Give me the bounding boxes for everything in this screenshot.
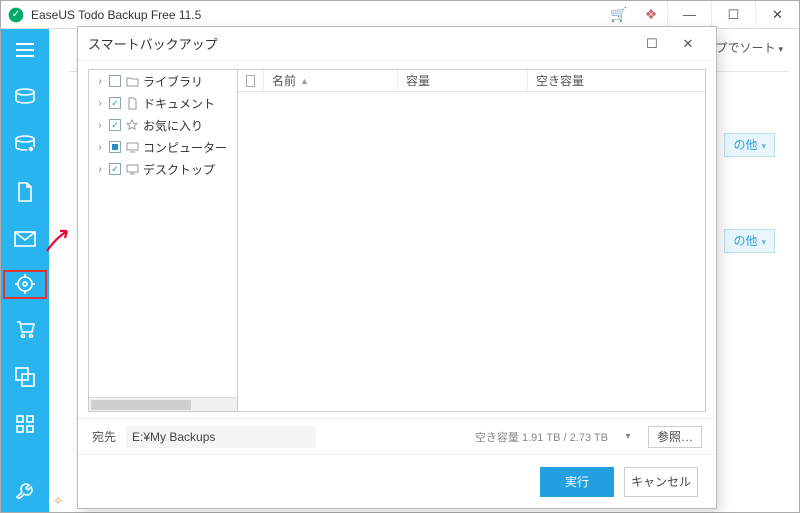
other-chip-2[interactable]: の他▾	[724, 229, 775, 253]
cart-icon[interactable]: 🛒	[603, 6, 635, 23]
computer-icon	[125, 140, 139, 154]
expand-icon[interactable]: ›	[95, 120, 105, 131]
destination-label: 宛先	[92, 428, 116, 445]
file-list: 名前 ▲ 容量 空き容量	[238, 69, 706, 412]
activation-icon[interactable]: ✧	[53, 494, 69, 508]
main-window: ✓ EaseUS Todo Backup Free 11.5 🛒 ❖ — ☐ ✕	[0, 0, 800, 513]
tree-label: お気に入り	[143, 117, 203, 134]
sidebar-smart-backup-icon[interactable]	[3, 270, 47, 299]
checkbox[interactable]	[109, 75, 121, 87]
browse-button[interactable]: 参照…	[648, 426, 702, 448]
close-button[interactable]: ✕	[755, 1, 799, 29]
checkbox[interactable]: ✓	[109, 97, 121, 109]
expand-icon[interactable]: ›	[95, 164, 105, 175]
tree-label: コンピューター	[143, 139, 227, 156]
tree-item-desktop[interactable]: › ✓ デスクトップ	[89, 158, 237, 180]
sidebar-mail-backup-icon[interactable]	[1, 224, 49, 253]
list-header-capacity[interactable]: 容量	[398, 70, 528, 91]
chevron-down-icon: ▾	[761, 237, 766, 247]
list-header-checkbox-col[interactable]	[238, 70, 264, 91]
expand-icon[interactable]: ›	[95, 76, 105, 87]
destination-path-input[interactable]: E:¥My Backups	[126, 426, 316, 448]
sidebar-menu-button[interactable]	[1, 35, 49, 64]
document-icon	[125, 96, 139, 110]
smart-backup-dialog: スマートバックアップ ☐ ✕ › ライブラリ › ✓	[77, 26, 717, 509]
favorites-icon	[125, 118, 139, 132]
gift-icon[interactable]: ❖	[635, 6, 667, 23]
sidebar-system-backup-icon[interactable]	[1, 130, 49, 159]
dialog-body: › ライブラリ › ✓ ドキュメント › ✓	[78, 61, 716, 418]
source-tree: › ライブラリ › ✓ ドキュメント › ✓	[88, 69, 238, 412]
checkbox[interactable]: ✓	[109, 119, 121, 131]
expand-icon[interactable]: ›	[95, 98, 105, 109]
dialog-maximize-button[interactable]: ☐	[634, 30, 670, 58]
minimize-button[interactable]: —	[667, 1, 711, 29]
desktop-icon	[125, 162, 139, 176]
sort-asc-icon: ▲	[300, 76, 309, 86]
maximize-button[interactable]: ☐	[711, 1, 755, 29]
app-title: EaseUS Todo Backup Free 11.5	[31, 8, 201, 22]
dialog-title: スマートバックアップ	[88, 34, 218, 53]
cancel-button[interactable]: キャンセル	[624, 467, 698, 497]
app-logo-icon: ✓	[7, 6, 25, 24]
folder-icon	[125, 74, 139, 88]
tree-item-computer[interactable]: › コンピューター	[89, 136, 237, 158]
chevron-down-icon: ▾	[761, 141, 766, 151]
sidebar-settings-icon[interactable]	[1, 475, 49, 504]
sidebar-clone-icon[interactable]	[1, 362, 49, 391]
tree-label: デスクトップ	[143, 161, 215, 178]
dialog-title-bar: スマートバックアップ ☐ ✕	[78, 27, 716, 61]
checkbox[interactable]	[109, 141, 121, 153]
dialog-footer: 実行 キャンセル	[78, 454, 716, 508]
tree-item-documents[interactable]: › ✓ ドキュメント	[89, 92, 237, 114]
tree-item-favorites[interactable]: › ✓ お気に入り	[89, 114, 237, 136]
sidebar-tools-icon[interactable]	[1, 409, 49, 438]
list-header: 名前 ▲ 容量 空き容量	[238, 70, 705, 92]
destination-dropdown[interactable]: ▾	[618, 431, 638, 442]
sort-label: プでソート	[715, 41, 775, 55]
tree-horizontal-scrollbar[interactable]	[89, 397, 237, 411]
expand-icon[interactable]: ›	[95, 142, 105, 153]
sidebar-file-backup-icon[interactable]	[1, 177, 49, 206]
tree-item-libraries[interactable]: › ライブラリ	[89, 70, 237, 92]
sidebar-store-icon[interactable]	[1, 315, 49, 344]
sidebar-disk-backup-icon[interactable]	[1, 82, 49, 111]
destination-row: 宛先 E:¥My Backups 空き容量 1.91 TB / 2.73 TB …	[78, 418, 716, 454]
run-button[interactable]: 実行	[540, 467, 614, 497]
other-chip-1[interactable]: の他▾	[724, 133, 775, 157]
list-header-name[interactable]: 名前 ▲	[264, 70, 398, 91]
sidebar	[1, 29, 49, 512]
checkbox[interactable]: ✓	[109, 163, 121, 175]
tree-label: ドキュメント	[143, 95, 215, 112]
tree-label: ライブラリ	[143, 73, 203, 90]
destination-free-space: 空き容量 1.91 TB / 2.73 TB	[475, 429, 608, 445]
title-bar: ✓ EaseUS Todo Backup Free 11.5 🛒 ❖ — ☐ ✕	[1, 1, 799, 29]
sort-dropdown[interactable]: プでソート▾	[715, 39, 783, 56]
list-header-free[interactable]: 空き容量	[528, 70, 705, 91]
chevron-down-icon: ▾	[778, 44, 783, 54]
dialog-close-button[interactable]: ✕	[670, 30, 706, 58]
